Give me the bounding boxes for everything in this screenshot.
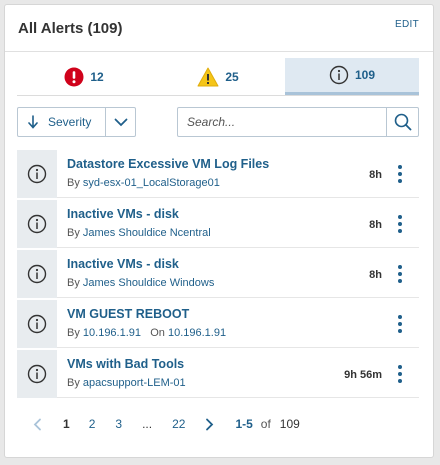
- sort-control: Severity: [17, 107, 136, 137]
- alert-source: By apacsupport-LEM-01: [67, 377, 186, 389]
- info-icon: [27, 164, 47, 184]
- page-link[interactable]: 3: [115, 417, 122, 431]
- list-controls: Severity: [17, 107, 419, 137]
- alert-age: 8h: [369, 219, 382, 231]
- alert-row: Datastore Excessive VM Log Files By syd-…: [17, 150, 419, 198]
- page-ellipsis: ...: [142, 417, 153, 431]
- alert-name[interactable]: VM GUEST REBOOT: [67, 307, 189, 321]
- info-alert-icon: [329, 65, 349, 85]
- more-options-icon[interactable]: [394, 313, 406, 335]
- by-label: By: [67, 177, 80, 189]
- alert-age: 8h: [369, 269, 382, 281]
- info-icon: [27, 314, 47, 334]
- more-options-icon[interactable]: [394, 163, 406, 185]
- chevron-down-icon: [114, 118, 127, 126]
- sort-label: Severity: [48, 115, 92, 129]
- alert-row: VMs with Bad Tools By apacsupport-LEM-01…: [17, 350, 419, 398]
- critical-alert-icon: [64, 67, 84, 86]
- all-alerts-widget: All Alerts (109) EDIT 12 25 109 Severity…: [4, 4, 434, 458]
- alert-source-link[interactable]: 10.196.1.91: [83, 327, 141, 339]
- more-options-icon[interactable]: [394, 213, 406, 235]
- pagination: 1 2 3 ... 22 1-5 of 109: [17, 413, 300, 435]
- alert-source-link[interactable]: James Shouldice Windows: [83, 277, 214, 289]
- search-button[interactable]: [386, 108, 418, 136]
- warning-alert-icon: [197, 67, 219, 86]
- alert-source-link[interactable]: apacsupport-LEM-01: [83, 377, 186, 389]
- tab-warning[interactable]: 25: [151, 58, 285, 95]
- by-label: By: [67, 277, 80, 289]
- severity-tabs: 12 25 109: [17, 58, 419, 96]
- page-link-current[interactable]: 1: [63, 417, 70, 431]
- alert-severity: [17, 350, 57, 398]
- chevron-right-icon[interactable]: [205, 418, 214, 431]
- alert-severity: [17, 300, 57, 348]
- of-label: of: [260, 417, 271, 431]
- more-options-icon[interactable]: [394, 263, 406, 285]
- alert-source: By James Shouldice Ncentral: [67, 227, 211, 239]
- page-link[interactable]: 22: [172, 417, 185, 431]
- by-label: By: [67, 377, 80, 389]
- info-icon: [27, 364, 47, 384]
- alert-source-link[interactable]: James Shouldice Ncentral: [83, 227, 211, 239]
- alert-name[interactable]: Inactive VMs - disk: [67, 257, 179, 271]
- alert-age: 9h 56m: [344, 369, 382, 381]
- sort-button[interactable]: Severity: [18, 108, 105, 136]
- search-box: [177, 107, 419, 137]
- alert-row: VM GUEST REBOOT By 10.196.1.91 On 10.196…: [17, 300, 419, 348]
- alert-source: By 10.196.1.91 On 10.196.1.91: [67, 327, 226, 339]
- tab-info[interactable]: 109: [285, 58, 419, 95]
- critical-count: 12: [90, 69, 104, 84]
- alert-target-link[interactable]: 10.196.1.91: [168, 327, 226, 339]
- edit-button[interactable]: EDIT: [395, 19, 419, 30]
- info-count: 109: [354, 68, 376, 82]
- more-options-icon[interactable]: [394, 363, 406, 385]
- alert-name[interactable]: Inactive VMs - disk: [67, 207, 179, 221]
- widget-title: All Alerts (109): [18, 20, 123, 37]
- alert-age: 8h: [369, 169, 382, 181]
- by-label: By: [67, 227, 80, 239]
- info-icon: [27, 264, 47, 284]
- tab-critical[interactable]: 12: [17, 58, 151, 95]
- alert-severity: [17, 200, 57, 248]
- alert-severity: [17, 150, 57, 198]
- search-icon: [394, 113, 411, 131]
- total-count: 109: [279, 417, 300, 431]
- chevron-left-icon[interactable]: [33, 418, 42, 431]
- on-label: On: [150, 327, 165, 339]
- page-range: 1-5: [235, 417, 253, 431]
- alert-row: Inactive VMs - disk By James Shouldice N…: [17, 200, 419, 248]
- info-icon: [27, 214, 47, 234]
- alert-source-link[interactable]: syd-esx-01_LocalStorage01: [83, 177, 220, 189]
- widget-header: All Alerts (109) EDIT: [5, 5, 433, 52]
- alert-name[interactable]: Datastore Excessive VM Log Files: [67, 157, 269, 171]
- alert-list: Datastore Excessive VM Log Files By syd-…: [17, 150, 419, 400]
- alert-name[interactable]: VMs with Bad Tools: [67, 357, 184, 371]
- arrow-down-icon: [28, 115, 38, 129]
- page-link[interactable]: 2: [89, 417, 96, 431]
- search-input[interactable]: [178, 108, 386, 136]
- alert-source: By James Shouldice Windows: [67, 277, 214, 289]
- warning-count: 25: [225, 69, 239, 84]
- alert-severity: [17, 250, 57, 298]
- by-label: By: [67, 327, 80, 339]
- alert-row: Inactive VMs - disk By James Shouldice W…: [17, 250, 419, 298]
- alert-source: By syd-esx-01_LocalStorage01: [67, 177, 220, 189]
- sort-dropdown-button[interactable]: [105, 108, 135, 136]
